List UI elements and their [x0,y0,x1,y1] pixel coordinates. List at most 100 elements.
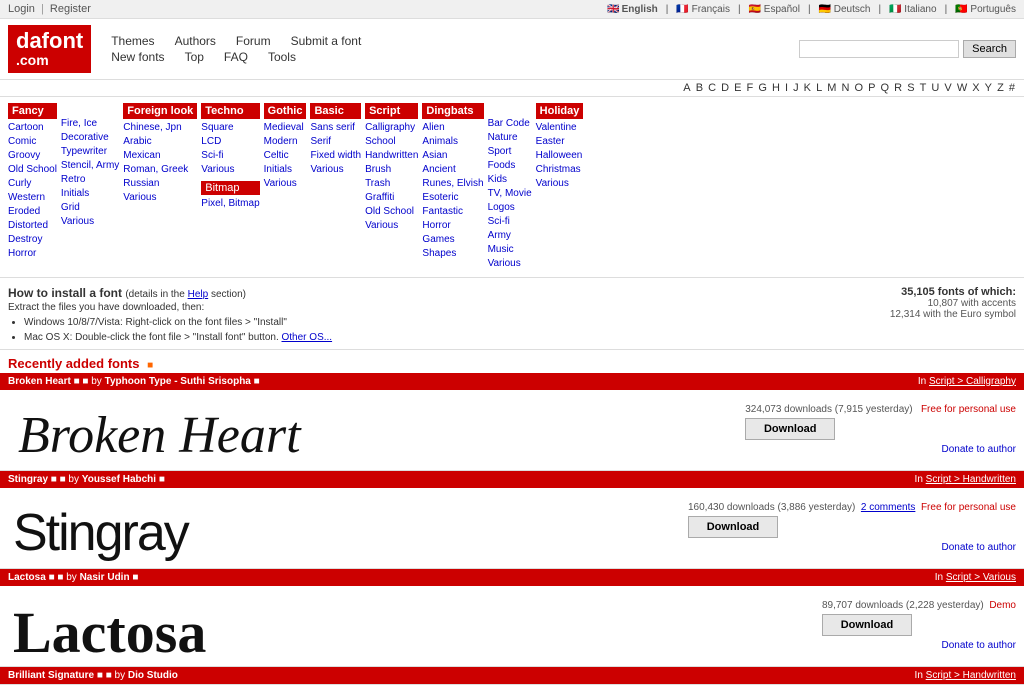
cat-fixed-width[interactable]: Fixed width [310,149,361,163]
alpha-V[interactable]: V [944,82,951,94]
cat-scifi[interactable]: Sci-fi [488,215,532,229]
font-category-link-stingray[interactable]: Script > Handwritten [926,474,1016,485]
cat-distorted[interactable]: Distorted [8,219,57,233]
cat-kids[interactable]: Kids [488,173,532,187]
cat-halloween[interactable]: Halloween [536,149,584,163]
cat-groovy[interactable]: Groovy [8,149,57,163]
cat-script-various[interactable]: Various [365,219,418,233]
cat-army[interactable]: Army [488,229,532,243]
cat-comic[interactable]: Comic [8,135,57,149]
lang-italian[interactable]: 🇮🇹 Italiano [889,4,936,15]
cat-russian[interactable]: Russian [123,177,197,191]
cat-school[interactable]: School [365,135,418,149]
comments-link-stingray[interactable]: 2 comments [861,502,915,513]
font-author-brilliant[interactable]: Dio Studio [128,670,178,681]
alpha-J[interactable]: J [793,82,799,94]
other-os-link[interactable]: Other OS... [282,332,333,343]
cat-initials[interactable]: Initials [61,187,119,201]
cat-celtic[interactable]: Celtic [264,149,307,163]
download-button-stingray[interactable]: Download [688,516,778,538]
alpha-P[interactable]: P [868,82,875,94]
cat-western[interactable]: Western [8,191,57,205]
cat-fancy-various[interactable]: Various [61,215,119,229]
cat-horror[interactable]: Horror [8,247,57,261]
cat-serif[interactable]: Serif [310,135,361,149]
alpha-Z[interactable]: Z [997,82,1004,94]
alpha-E[interactable]: E [734,82,741,94]
alpha-F[interactable]: F [747,82,754,94]
cat-oldschool[interactable]: Old School [8,163,57,177]
cat-basic-various[interactable]: Various [310,163,361,177]
cat-christmas[interactable]: Christmas [536,163,584,177]
cat-handwritten[interactable]: Handwritten [365,149,418,163]
nav-forum[interactable]: Forum [236,34,271,48]
cat-calligraphy[interactable]: Calligraphy [365,121,418,135]
lang-french[interactable]: 🇫🇷 Français [676,4,730,15]
cat-gothic-various[interactable]: Various [264,177,307,191]
font-author-lactosa[interactable]: Nasir Udin [80,572,130,583]
lang-portuguese[interactable]: 🇵🇹 Português [955,4,1016,15]
alpha-A[interactable]: A [683,82,690,94]
nav-faq[interactable]: FAQ [224,50,248,64]
donate-link-stingray[interactable]: Donate to author [942,542,1017,553]
cat-lcd[interactable]: LCD [201,135,259,149]
alpha-R[interactable]: R [894,82,902,94]
cat-sci-fi[interactable]: Sci-fi [201,149,259,163]
cat-mexican[interactable]: Mexican [123,149,197,163]
font-category-link-brilliant[interactable]: Script > Handwritten [926,670,1016,681]
cat-logos[interactable]: Logos [488,201,532,215]
nav-tools[interactable]: Tools [268,50,296,64]
cat-animals[interactable]: Animals [422,135,483,149]
donate-link-lactosa[interactable]: Donate to author [942,640,1017,651]
cat-shapes[interactable]: Shapes [422,247,483,261]
cat-curly[interactable]: Curly [8,177,57,191]
cat-techno-various[interactable]: Various [201,163,259,177]
help-link[interactable]: Help [188,289,209,300]
alpha-L[interactable]: L [816,82,822,94]
login-link[interactable]: Login [8,3,35,15]
font-category-link-broken-heart[interactable]: Script > Calligraphy [929,376,1016,387]
cat-trash[interactable]: Trash [365,177,418,191]
donate-link-broken-heart[interactable]: Donate to author [942,444,1017,455]
cat-modern[interactable]: Modern [264,135,307,149]
alpha-X[interactable]: X [972,82,979,94]
alpha-hash[interactable]: # [1009,82,1015,94]
cat-square[interactable]: Square [201,121,259,135]
cat-holiday-various[interactable]: Various [536,177,584,191]
font-name-brilliant[interactable]: Brilliant Signature [8,670,94,681]
alpha-Y[interactable]: Y [985,82,992,94]
font-category-link-lactosa[interactable]: Script > Various [946,572,1016,583]
download-button-lactosa[interactable]: Download [822,614,912,636]
nav-top[interactable]: Top [185,50,204,64]
cat-retro[interactable]: Retro [61,173,119,187]
search-button[interactable]: Search [963,40,1016,58]
cat-brush[interactable]: Brush [365,163,418,177]
cat-ancient[interactable]: Ancient [422,163,483,177]
alpha-M[interactable]: M [827,82,836,94]
search-input[interactable] [799,40,959,58]
cat-foreign-various[interactable]: Various [123,191,197,205]
alpha-G[interactable]: G [758,82,767,94]
cat-runes[interactable]: Runes, Elvish [422,177,483,191]
font-name-lactosa[interactable]: Lactosa [8,572,46,583]
alpha-Q[interactable]: Q [881,82,890,94]
alpha-T[interactable]: T [920,82,927,94]
cat-eroded[interactable]: Eroded [8,205,57,219]
cat-ding-various[interactable]: Various [488,257,532,271]
cat-horror-ding[interactable]: Horror [422,219,483,233]
cat-fire-ice[interactable]: Fire, Ice [61,117,119,131]
site-logo[interactable]: dafont .com [8,25,91,73]
cat-barcode[interactable]: Bar Code [488,117,532,131]
font-name-stingray[interactable]: Stingray [8,474,48,485]
font-author-stingray[interactable]: Youssef Habchi [82,474,156,485]
lang-english[interactable]: 🇬🇧 English [607,4,658,15]
cat-sport[interactable]: Sport [488,145,532,159]
alpha-B[interactable]: B [696,82,703,94]
alpha-S[interactable]: S [907,82,914,94]
cat-typewriter[interactable]: Typewriter [61,145,119,159]
cat-games[interactable]: Games [422,233,483,247]
cat-music[interactable]: Music [488,243,532,257]
cat-nature[interactable]: Nature [488,131,532,145]
cat-medieval[interactable]: Medieval [264,121,307,135]
cat-alien[interactable]: Alien [422,121,483,135]
